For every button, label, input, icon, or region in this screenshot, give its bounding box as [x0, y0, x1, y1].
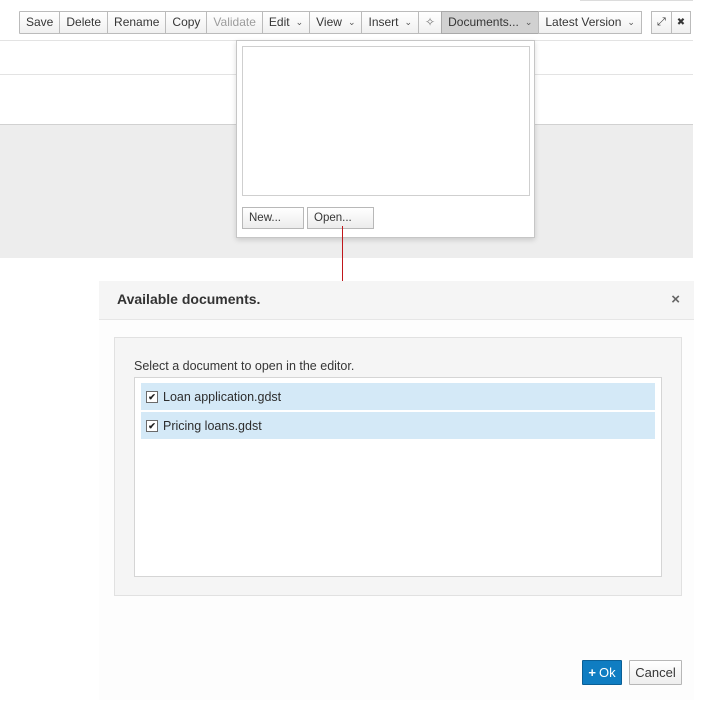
document-name: Loan application.gdst — [163, 389, 282, 404]
maximize-button[interactable]: ⤢ — [650, 11, 672, 34]
new-document-button[interactable]: New... — [242, 207, 304, 229]
edit-menu-button[interactable]: Edit ⌄ — [261, 11, 311, 34]
cancel-label: Cancel — [635, 665, 676, 680]
target-button[interactable]: ✧ — [418, 11, 443, 34]
checkbox-checked[interactable]: ✔ — [146, 419, 158, 432]
document-list: ✔ Loan application.gdst ✔ Pricing loans.… — [134, 377, 662, 577]
editor-toolbar: Save Delete Rename Copy Validate Edit ⌄ V… — [19, 11, 692, 34]
edit-label: Edit — [268, 15, 290, 29]
documents-menu-button[interactable]: Documents... ⌄ — [441, 11, 540, 34]
documents-dropdown-list[interactable] — [242, 46, 530, 196]
list-item[interactable]: ✔ Loan application.gdst — [141, 383, 655, 410]
close-editor-button[interactable]: ✖ — [670, 11, 692, 34]
save-button[interactable]: Save — [19, 11, 61, 34]
dialog-body: Select a document to open in the editor.… — [114, 337, 682, 596]
latest-version-label: Latest Version — [545, 15, 622, 29]
expand-icon: ⤢ — [656, 16, 666, 28]
delete-button[interactable]: Delete — [59, 11, 109, 34]
top-rule — [580, 0, 693, 1]
delete-label: Delete — [66, 15, 102, 29]
rename-button[interactable]: Rename — [107, 11, 167, 34]
validate-button[interactable]: Validate — [206, 11, 263, 34]
chevron-down-icon: ⌄ — [295, 17, 304, 27]
new-label: New... — [249, 212, 281, 224]
dialog-header: Available documents. × — [99, 281, 694, 320]
latest-version-button[interactable]: Latest Version ⌄ — [538, 11, 642, 34]
plus-icon: + — [588, 665, 596, 680]
cancel-button[interactable]: Cancel — [629, 660, 682, 685]
instruction-text: Select a document to open in the editor. — [134, 359, 355, 373]
insert-menu-button[interactable]: Insert ⌄ — [361, 11, 420, 34]
documents-label: Documents... — [448, 15, 519, 29]
list-item[interactable]: ✔ Pricing loans.gdst — [141, 412, 655, 439]
chevron-down-icon: ⌄ — [347, 17, 356, 27]
view-menu-button[interactable]: View ⌄ — [309, 11, 363, 34]
document-name: Pricing loans.gdst — [163, 418, 262, 433]
checkbox-checked[interactable]: ✔ — [146, 390, 158, 403]
dialog-title: Available documents. — [117, 291, 261, 307]
ok-label: Ok — [598, 665, 616, 680]
close-icon[interactable]: × — [671, 291, 680, 308]
insert-label: Insert — [368, 15, 399, 29]
open-document-button[interactable]: Open... — [307, 207, 374, 229]
rename-label: Rename — [114, 15, 160, 29]
chevron-down-icon: ⌄ — [524, 17, 533, 27]
save-label: Save — [26, 15, 54, 29]
available-documents-dialog: Available documents. × Select a document… — [99, 281, 694, 700]
open-label: Open... — [314, 212, 352, 224]
ok-button[interactable]: + Ok — [582, 660, 622, 685]
copy-button[interactable]: Copy — [165, 11, 208, 34]
chevron-down-icon: ⌄ — [627, 17, 635, 27]
crosshair-icon: ✧ — [425, 15, 436, 29]
chevron-down-icon: ⌄ — [404, 17, 413, 27]
validate-label: Validate — [213, 15, 256, 29]
view-label: View — [316, 15, 342, 29]
close-icon: ✖ — [676, 17, 686, 28]
documents-dropdown: New... Open... — [236, 40, 535, 238]
copy-label: Copy — [172, 15, 201, 29]
